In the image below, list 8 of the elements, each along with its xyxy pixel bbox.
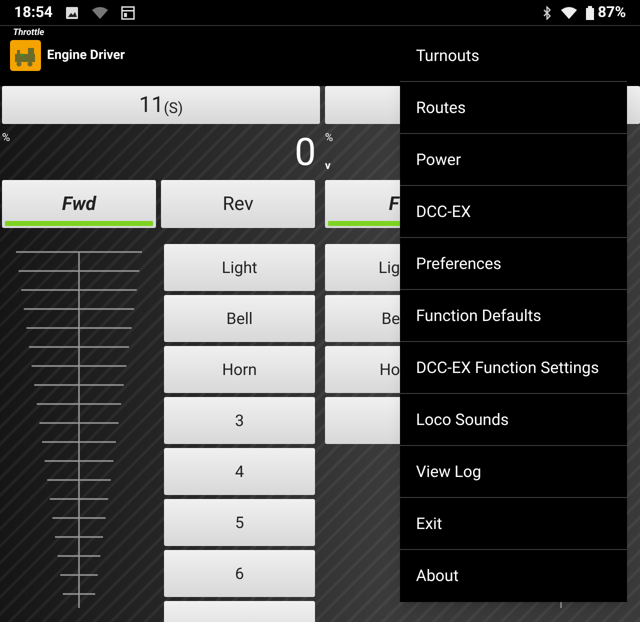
clock-time: 18:54 bbox=[14, 2, 53, 24]
speed-unit-label: % bbox=[325, 130, 334, 146]
screen-subtitle: Throttle bbox=[13, 28, 46, 39]
voltage-unit-label: v bbox=[325, 158, 332, 174]
speed-reading: 0 bbox=[294, 134, 316, 177]
battery-percentage: 87% bbox=[598, 2, 626, 24]
speed-unit-label: % bbox=[2, 130, 10, 146]
app-title: Engine Driver bbox=[47, 46, 125, 65]
